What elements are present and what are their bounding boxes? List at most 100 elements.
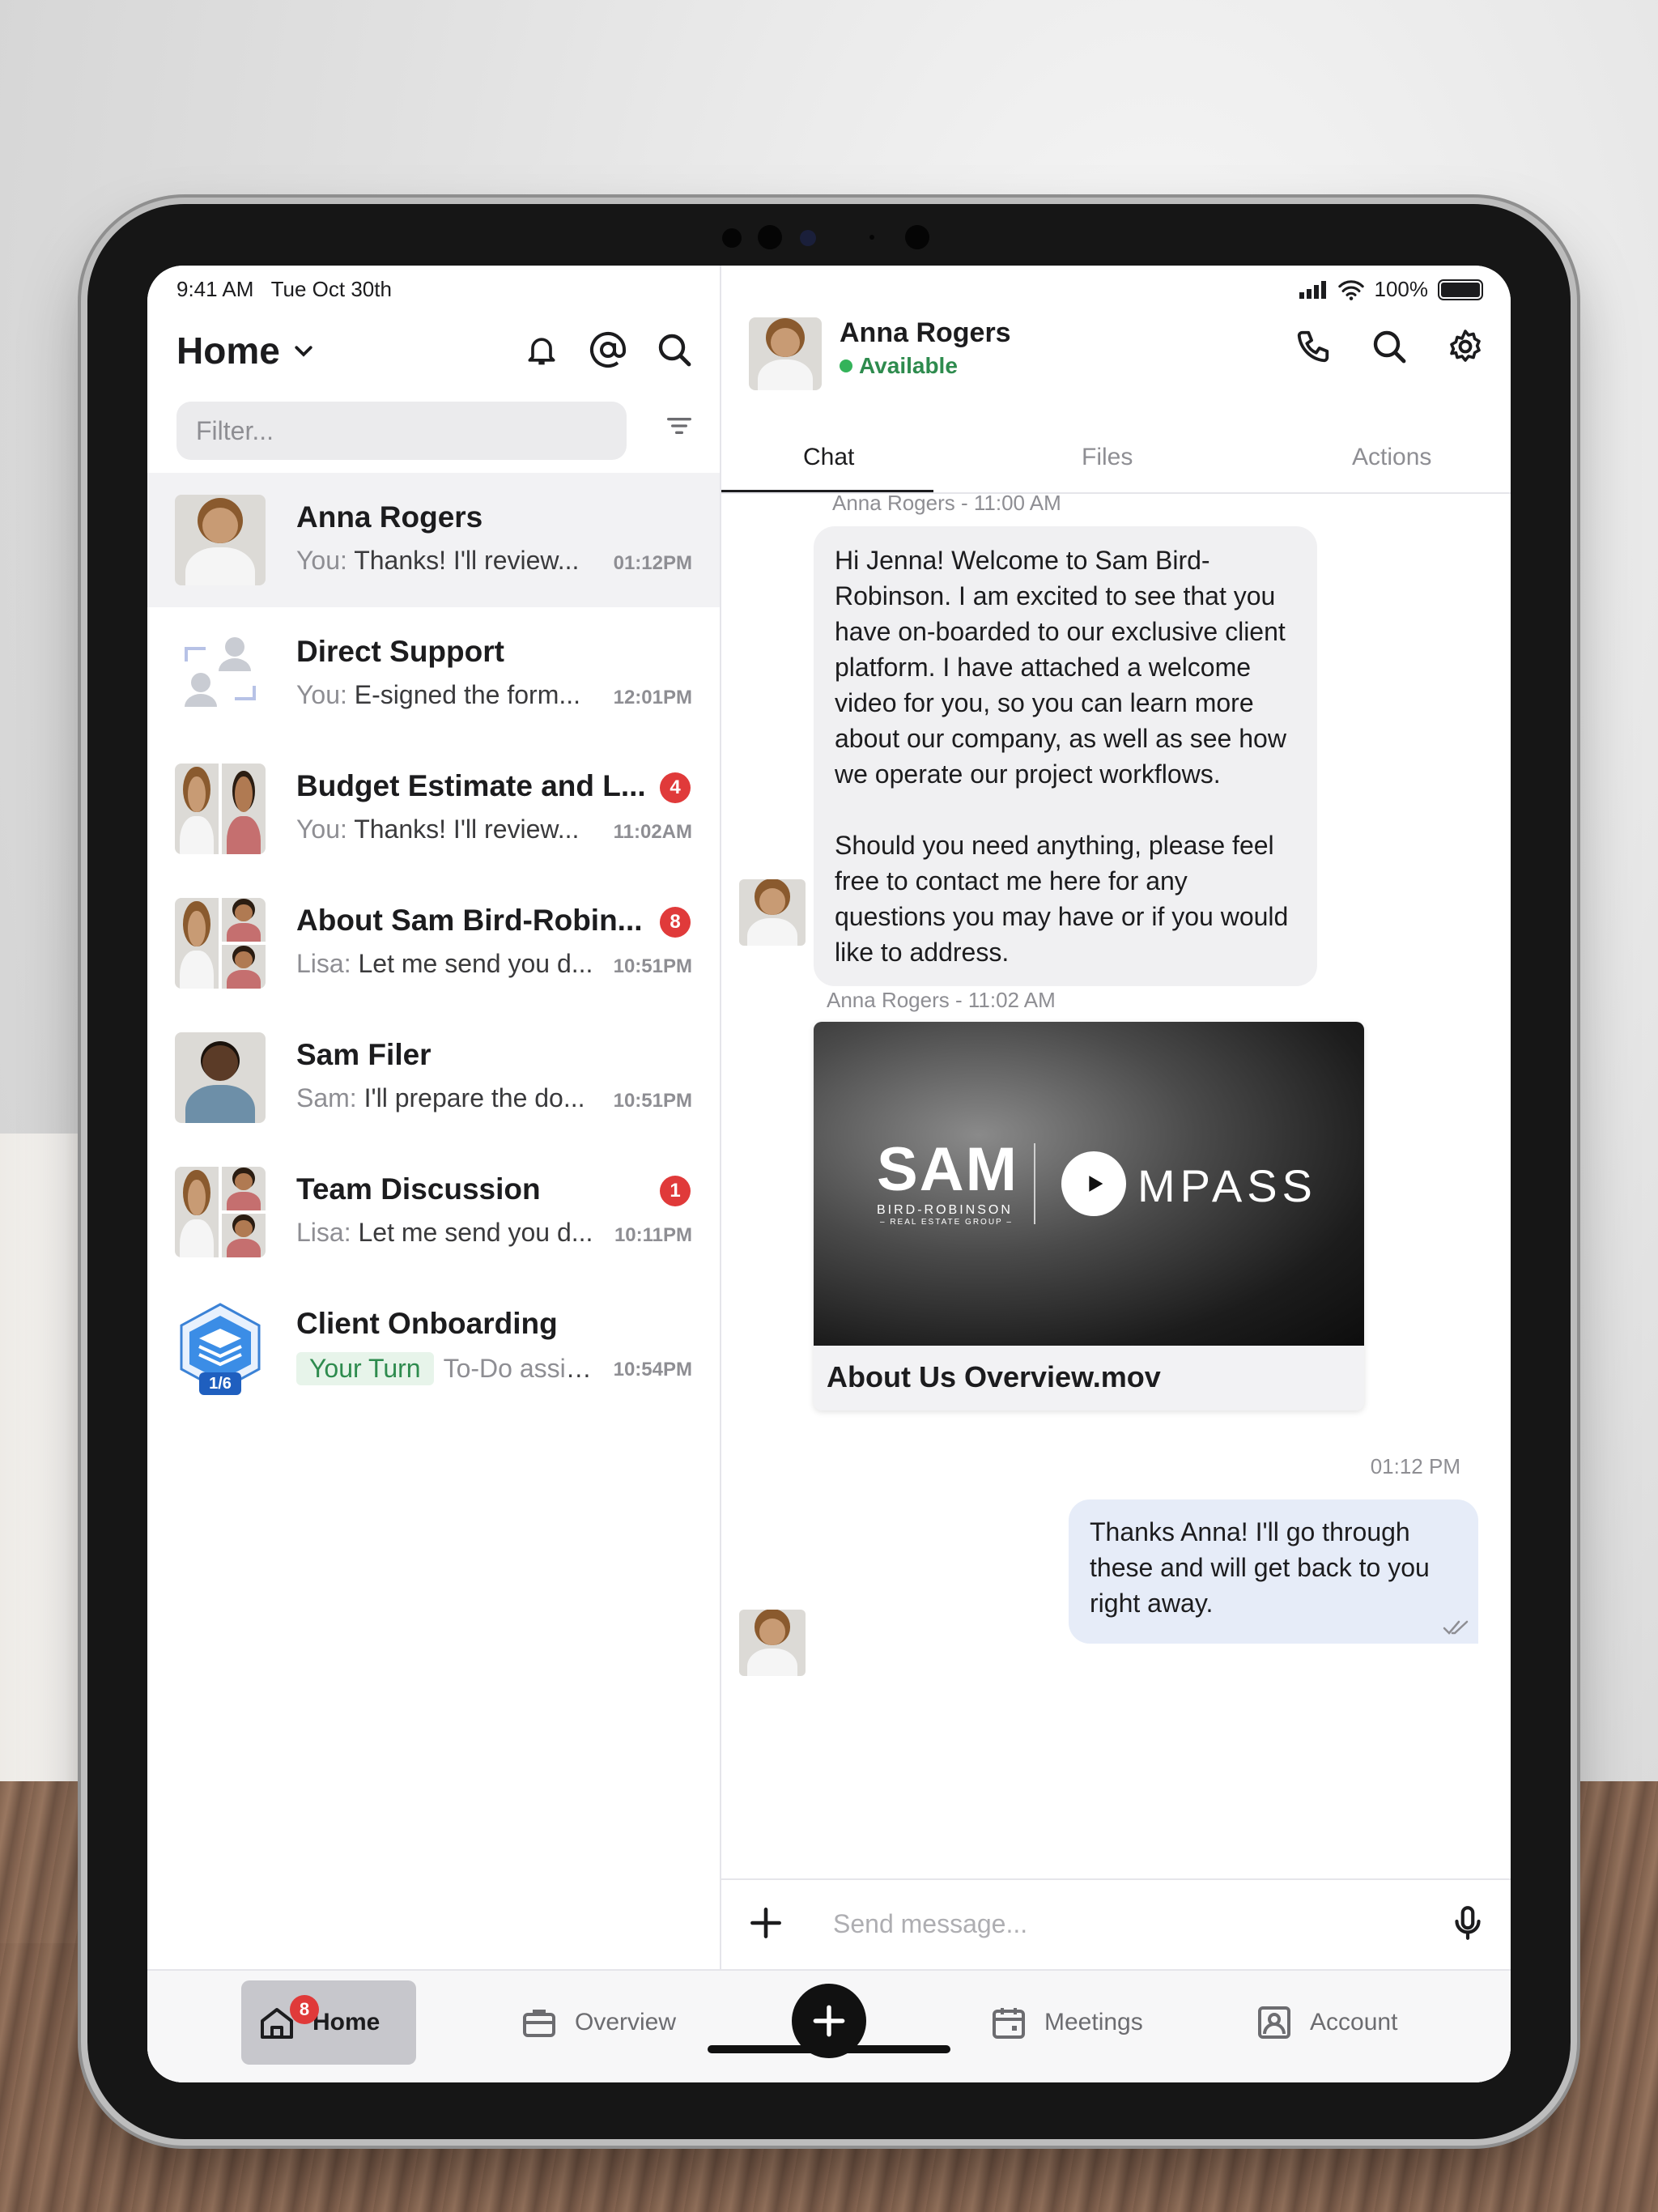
preview-sender: You: [296,680,347,709]
plus-icon [750,1908,781,1938]
filter-lines-icon [667,418,691,434]
contact-avatar[interactable] [749,317,822,390]
preview-sender: Sam: [296,1083,357,1112]
conversation-item[interactable]: Budget Estimate and L... 4 You: Thanks! … [147,742,720,876]
bottom-tab-bar: 8 Home Overview Meetings Account [147,1969,1511,2082]
microphone-icon [1455,1906,1481,1940]
status-time: 9:41 AM Tue Oct 30th [176,277,392,302]
attach-button[interactable] [746,1903,786,1947]
preview-text: To-Do assign... [443,1354,596,1383]
group-avatar [175,898,266,989]
status-bar: 9:41 AM Tue Oct 30th 100% [147,266,1511,314]
plus-icon [813,2005,845,2037]
workflow-hexagon-icon: 1/6 [175,1301,266,1395]
conversation-name: Sam Filer [296,1038,432,1071]
avatar [175,1032,266,1123]
conversation-preview: Your Turn To-Do assign... [296,1352,596,1385]
preview-sender: You: [296,546,347,575]
unread-badge: 8 [660,907,691,938]
tab-account[interactable]: Account [1239,1980,1414,2065]
logo-subtext: BIRD-ROBINSON [877,1203,1013,1217]
preview-sender: Lisa: [296,949,351,978]
play-icon [1089,1176,1103,1192]
logo-divider [1034,1143,1035,1224]
chat-actions [1292,325,1486,368]
conversation-name: Budget Estimate and L... [296,769,646,802]
conversation-name: Team Discussion [296,1172,541,1206]
calendar-icon [993,2008,1025,2039]
message-meta: Anna Rogers - 11:02 AM [827,988,1056,1012]
video-attachment[interactable]: SAM BIRD-ROBINSON – REAL ESTATE GROUP – … [814,1022,1364,1410]
tab-files[interactable]: Files [1082,444,1133,471]
briefcase-icon [523,2010,555,2037]
status-indicators: 100% [1299,277,1483,302]
battery-icon [1438,279,1483,300]
home-title: Home [176,330,280,372]
tab-label: Account [1310,2009,1398,2035]
home-badge: 8 [290,1995,319,2024]
conversation-item[interactable]: 1/6 Client Onboarding Your Turn To-Do ass… [147,1279,720,1414]
conversation-item[interactable]: Anna Rogers You: Thanks! I'll review... … [147,473,720,607]
chevron-down-icon [295,346,312,357]
mentions-button[interactable] [587,329,629,371]
conversation-name: Direct Support [296,635,504,668]
chat-search-button[interactable] [1368,325,1410,368]
conversation-preview: You: E-signed the form... [296,680,596,710]
conversation-preview: Sam: I'll prepare the do... [296,1083,596,1113]
message-text: Thanks Anna! I'll go through these and w… [1090,1517,1430,1618]
phone-icon [1297,330,1329,363]
bell-icon [528,338,555,365]
chat-settings-button[interactable] [1444,325,1486,368]
home-indicator [708,2045,950,2053]
camera-dot [758,225,782,249]
sam-logo: SAM BIRD-ROBINSON – REAL ESTATE GROUP – [877,1139,1018,1227]
message-input[interactable]: Send message... [833,1909,1027,1939]
conversation-item[interactable]: Sam Filer Sam: I'll prepare the do... 10… [147,1010,720,1145]
tab-chat[interactable]: Chat [803,444,854,471]
preview-text: Thanks! I'll review... [354,815,580,844]
conversation-item[interactable]: Team Discussion 1 Lisa: Let me send you … [147,1145,720,1279]
call-button[interactable] [1292,325,1334,368]
conversation-list: Anna Rogers You: Thanks! I'll review... … [147,473,720,1414]
home-dropdown[interactable]: Home [176,329,316,372]
conversation-time: 10:54PM [613,1359,692,1380]
camera-lens [800,230,816,246]
play-button[interactable] [1061,1151,1126,1216]
contact-name: Anna Rogers [840,317,1011,348]
conversation-item[interactable]: About Sam Bird-Robin... 8 Lisa: Let me s… [147,876,720,1010]
filter-input[interactable]: Filter... [176,402,627,460]
conversation-time: 11:02AM [613,821,692,843]
filter-options-button[interactable] [663,410,695,446]
sender-avatar [739,1610,806,1676]
outgoing-message-bubble[interactable]: Thanks Anna! I'll go through these and w… [1069,1499,1478,1644]
video-thumbnail: SAM BIRD-ROBINSON – REAL ESTATE GROUP – … [814,1022,1364,1346]
preview-text: I'll prepare the do... [363,1083,585,1112]
support-group-icon [175,629,266,720]
preview-text: Let me send you d... [358,949,593,978]
conversation-preview: You: Thanks! I'll review... [296,815,596,844]
status-text: Available [859,353,958,378]
status-dot-icon [840,359,852,372]
tab-overview[interactable]: Overview [504,1980,692,2065]
conversation-time: 12:01PM [613,687,692,708]
tab-home[interactable]: 8 Home [241,1980,416,2065]
tab-label: Meetings [1044,2009,1143,2035]
notifications-button[interactable] [521,329,563,371]
search-button[interactable] [653,329,695,371]
group-avatar [175,764,266,854]
tab-meetings[interactable]: Meetings [973,1980,1159,2065]
message-bubble[interactable]: Hi Jenna! Welcome to Sam Bird-Robinson. … [814,526,1317,986]
conversation-preview: You: Thanks! I'll review... [296,546,596,576]
message-composer: Send message... [721,1878,1511,1969]
at-sign-icon [590,332,626,368]
tab-actions[interactable]: Actions [1352,444,1431,471]
preview-sender: You: [296,815,347,844]
voice-button[interactable] [1448,1903,1488,1947]
conversation-time: 01:12PM [613,552,692,574]
search-icon [658,334,691,367]
sensor-dot [869,235,874,240]
conversation-item[interactable]: Direct Support You: E-signed the form...… [147,607,720,742]
gear-icon [1450,330,1481,362]
chat-tabs: Chat Files Actions [721,419,1511,494]
logo-tagline: – REAL ESTATE GROUP – [880,1218,1013,1227]
